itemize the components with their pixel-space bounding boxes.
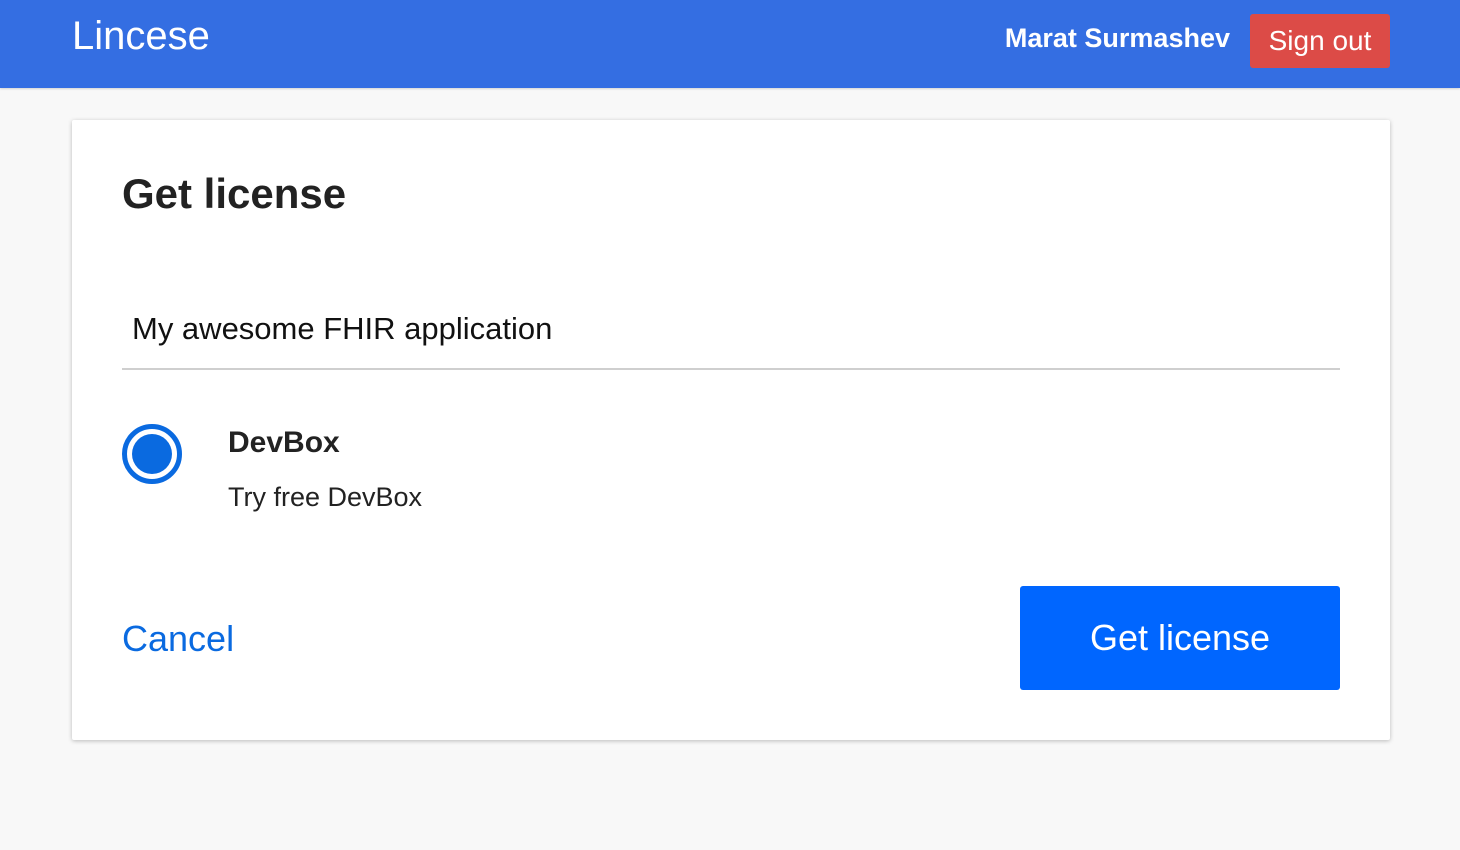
plan-name: DevBox (228, 426, 340, 459)
cancel-link[interactable]: Cancel (122, 617, 234, 661)
brand-logo-link[interactable]: Lincese (72, 14, 210, 58)
plan-description: Try free DevBox (228, 482, 423, 512)
get-license-button[interactable]: Get license (1020, 586, 1340, 690)
plan-radio-button[interactable] (122, 424, 182, 484)
top-navigation-bar: Lincese Marat Surmashev Sign out (0, 0, 1460, 88)
get-license-card: Get license DevBox Try free DevBox Cance… (72, 120, 1390, 740)
sign-out-button[interactable]: Sign out (1250, 14, 1390, 68)
radio-selected-dot (132, 434, 172, 474)
plan-option-devbox[interactable]: DevBox Try free DevBox (122, 420, 622, 530)
card-title: Get license (122, 170, 347, 217)
user-name: Marat Surmashev (1004, 23, 1230, 53)
application-name-input[interactable] (122, 290, 1340, 370)
